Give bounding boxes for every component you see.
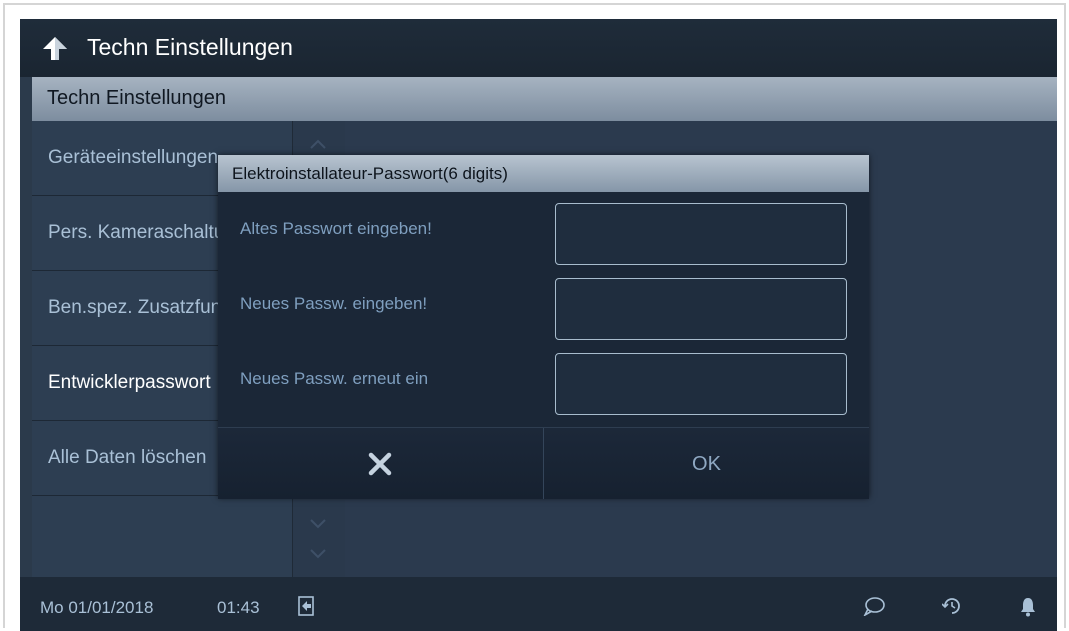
scroll-bottom-icon[interactable] — [310, 549, 326, 559]
device-screen: Techn Einstellungen Techn Einstellungen … — [20, 19, 1057, 631]
menu-item-label: Alle Daten löschen — [48, 447, 207, 468]
page-title: Techn Einstellungen — [87, 34, 293, 60]
ok-button-label: OK — [692, 453, 721, 475]
field-row-new-password: Neues Passw. eingeben! — [218, 270, 869, 340]
status-time: 01:43 — [217, 598, 260, 617]
old-password-input[interactable] — [555, 203, 847, 265]
scroll-up-icon[interactable] — [310, 139, 326, 149]
confirm-password-label: Neues Passw. erneut ein — [240, 369, 429, 388]
field-row-old-password: Altes Passwort eingeben! — [218, 195, 869, 265]
status-bar: Mo 01/01/2018 01:43 — [20, 577, 1057, 631]
status-date: Mo 01/01/2018 — [40, 598, 154, 617]
scroll-down-icon[interactable] — [310, 519, 326, 529]
cancel-button[interactable] — [218, 428, 544, 499]
logout-icon[interactable] — [296, 595, 316, 617]
menu-item-label: Geräteeinstellungen — [48, 147, 219, 168]
dialog-title: Elektroinstallateur-Passwort(6 digits) — [232, 164, 508, 183]
menu-item-label: Entwicklerpasswort — [48, 372, 211, 393]
history-icon[interactable] — [942, 596, 962, 616]
dialog-header: Elektroinstallateur-Passwort(6 digits) — [218, 155, 869, 192]
field-row-confirm-password: Neues Passw. erneut ein — [218, 345, 869, 415]
new-password-label: Neues Passw. eingeben! — [240, 294, 428, 313]
close-icon — [368, 452, 392, 476]
chat-icon[interactable] — [863, 596, 885, 616]
section-title: Techn Einstellungen — [47, 87, 227, 109]
section-header: Techn Einstellungen — [32, 77, 1057, 121]
ok-button[interactable]: OK — [544, 428, 869, 499]
bell-icon[interactable] — [1020, 595, 1036, 617]
confirm-password-input[interactable] — [555, 353, 847, 415]
dialog-buttons: OK — [218, 427, 869, 499]
title-bar: Techn Einstellungen — [20, 19, 1057, 77]
old-password-label: Altes Passwort eingeben! — [240, 219, 432, 238]
password-dialog: Elektroinstallateur-Passwort(6 digits) A… — [218, 155, 869, 499]
new-password-input[interactable] — [555, 278, 847, 340]
back-arrow-icon[interactable] — [42, 35, 68, 61]
menu-item-label: Pers. Kameraschaltung — [48, 222, 246, 243]
